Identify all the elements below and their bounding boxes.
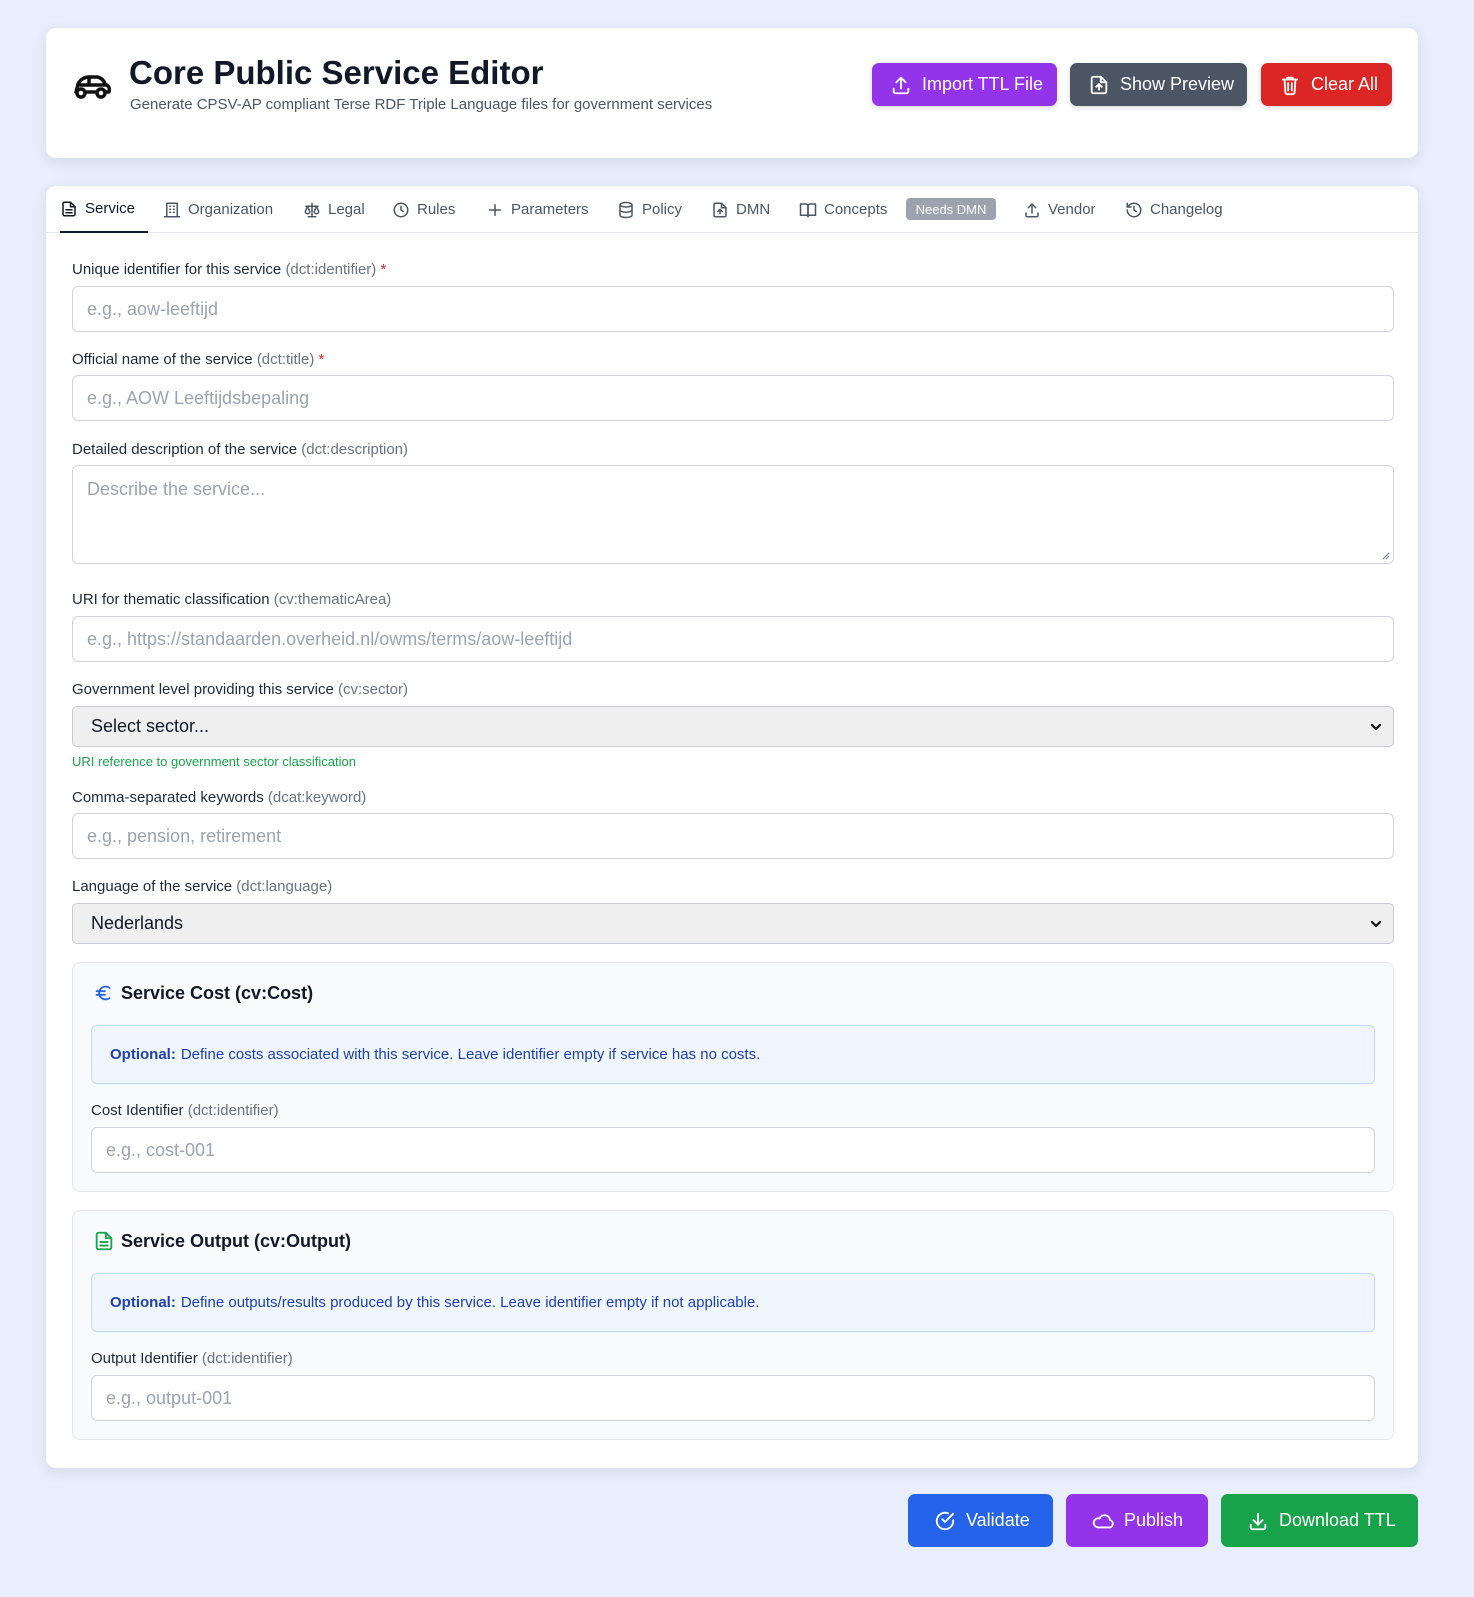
scale-icon (304, 202, 320, 217)
show-preview-label: Show Preview (1120, 74, 1235, 94)
sector-value: Select sector... (91, 716, 210, 736)
cloud-icon (1092, 1513, 1114, 1528)
title-label: Official name of the service (dct:title)… (72, 351, 325, 368)
description-label: Detailed description of the service (dct… (72, 441, 409, 458)
identifier-input[interactable]: e.g., aow-leeftijd (72, 286, 1394, 332)
tab-parameters[interactable]: Parameters (486, 186, 589, 233)
publish-button[interactable]: Publish (1066, 1494, 1208, 1547)
download-ttl-button[interactable]: Download TTL (1221, 1494, 1418, 1547)
thematic-label: URI for thematic classification (cv:them… (72, 591, 392, 608)
show-preview-button[interactable]: Show Preview (1070, 63, 1247, 106)
tab-label: Parameters (511, 201, 589, 218)
keywords-input[interactable]: e.g., pension, retirement (72, 813, 1394, 859)
validate-label: Validate (966, 1510, 1030, 1530)
tab-label: Legal (328, 201, 365, 218)
cost-identifier-label: Cost Identifier (dct:identifier) (91, 1102, 279, 1119)
import-ttl-button[interactable]: Import TTL File (872, 63, 1057, 106)
description-placeholder: Describe the service... (87, 479, 266, 499)
database-icon (619, 201, 633, 218)
tab-label: Organization (188, 201, 274, 218)
app-title: Core Public Service Editor (129, 54, 544, 91)
document-icon (62, 201, 76, 216)
tab-changelog[interactable]: Changelog (1125, 186, 1223, 233)
sector-label: Government level providing this service … (72, 681, 408, 698)
file-upload-icon (713, 202, 727, 217)
car-logo-icon (74, 75, 112, 99)
language-select[interactable]: Nederlands (72, 903, 1394, 944)
download-icon (1249, 1512, 1267, 1530)
resize-handle-icon[interactable] (1382, 552, 1390, 560)
tab-concepts[interactable]: Concepts (799, 186, 887, 233)
upload-icon (1025, 202, 1039, 217)
thematic-input[interactable]: e.g., https://standaarden.overheid.nl/ow… (72, 616, 1394, 662)
service-cost-title: Service Cost (cv:Cost) (121, 983, 314, 1003)
trash-icon (1281, 76, 1299, 95)
output-identifier-label: Output Identifier (dct:identifier) (91, 1350, 293, 1367)
tab-vendor[interactable]: Vendor (1023, 186, 1096, 233)
validate-button[interactable]: Validate (908, 1494, 1053, 1547)
tab-label: DMN (736, 201, 771, 218)
tab-legal[interactable]: Legal (303, 186, 365, 233)
check-circle-icon (935, 1511, 955, 1530)
download-ttl-label: Download TTL (1279, 1510, 1396, 1530)
document-icon (95, 1231, 113, 1251)
building-icon (163, 202, 181, 217)
euro-icon (95, 985, 111, 1001)
book-icon (799, 202, 817, 217)
language-label: Language of the service (dct:language) (72, 878, 333, 895)
import-ttl-label: Import TTL File (922, 74, 1044, 94)
header-card: Core Public Service Editor Generate CPSV… (46, 28, 1418, 158)
language-value: Nederlands (91, 913, 184, 933)
sector-select[interactable]: Select sector... (72, 706, 1394, 747)
output-identifier-input[interactable]: e.g., output-001 (91, 1375, 1375, 1421)
tab-label: Rules (417, 201, 456, 218)
file-upload-icon (1090, 75, 1108, 94)
service-output-title: Service Output (cv:Output) (121, 1231, 352, 1251)
identifier-label: Unique identifier for this service (dct:… (72, 261, 387, 278)
tab-service[interactable]: Service (60, 186, 149, 233)
clear-all-button[interactable]: Clear All (1261, 63, 1392, 106)
needs-dmn-badge: Needs DMN (906, 198, 996, 220)
tab-organization[interactable]: Organization (163, 186, 273, 233)
service-cost-section: Service Cost (cv:Cost) Optional: Define c… (72, 962, 1394, 1192)
tab-label: Vendor (1048, 201, 1096, 218)
cost-info-box: Optional: Define costs associated with th… (91, 1025, 1375, 1084)
service-output-section: Service Output (cv:Output) Optional: Defi… (72, 1210, 1394, 1440)
upload-icon (892, 76, 910, 94)
app-subtitle: Generate CPSV-AP compliant Terse RDF Tri… (130, 96, 713, 113)
description-textarea[interactable]: Describe the service... (72, 465, 1394, 564)
chevron-down-icon (1370, 723, 1382, 731)
clear-all-label: Clear All (1311, 74, 1379, 94)
plus-icon (489, 203, 501, 216)
keywords-label: Comma-separated keywords (dcat:keyword) (72, 789, 367, 806)
tab-label: Changelog (1150, 201, 1223, 218)
publish-label: Publish (1124, 1510, 1184, 1530)
history-icon (1126, 202, 1142, 217)
clock-icon (393, 202, 409, 217)
tab-bar: Service Organization Legal Rules Paramet… (46, 186, 1418, 233)
cost-identifier-input[interactable]: e.g., cost-001 (91, 1127, 1375, 1173)
output-info-box: Optional: Define outputs/results produced… (91, 1273, 1375, 1332)
main-card: Service Organization Legal Rules Paramet… (46, 186, 1418, 1468)
tab-label: Service (85, 200, 136, 217)
chevron-down-icon (1370, 920, 1382, 928)
sector-hint: URI reference to government sector class… (72, 754, 356, 769)
tab-rules[interactable]: Rules (392, 186, 455, 233)
tab-dmn[interactable]: DMN (711, 186, 770, 233)
tab-label: Policy (642, 201, 683, 218)
tab-policy[interactable]: Policy (617, 186, 682, 233)
tab-label: Concepts (824, 201, 888, 218)
title-input[interactable]: e.g., AOW Leeftijdsbepaling (72, 375, 1394, 421)
